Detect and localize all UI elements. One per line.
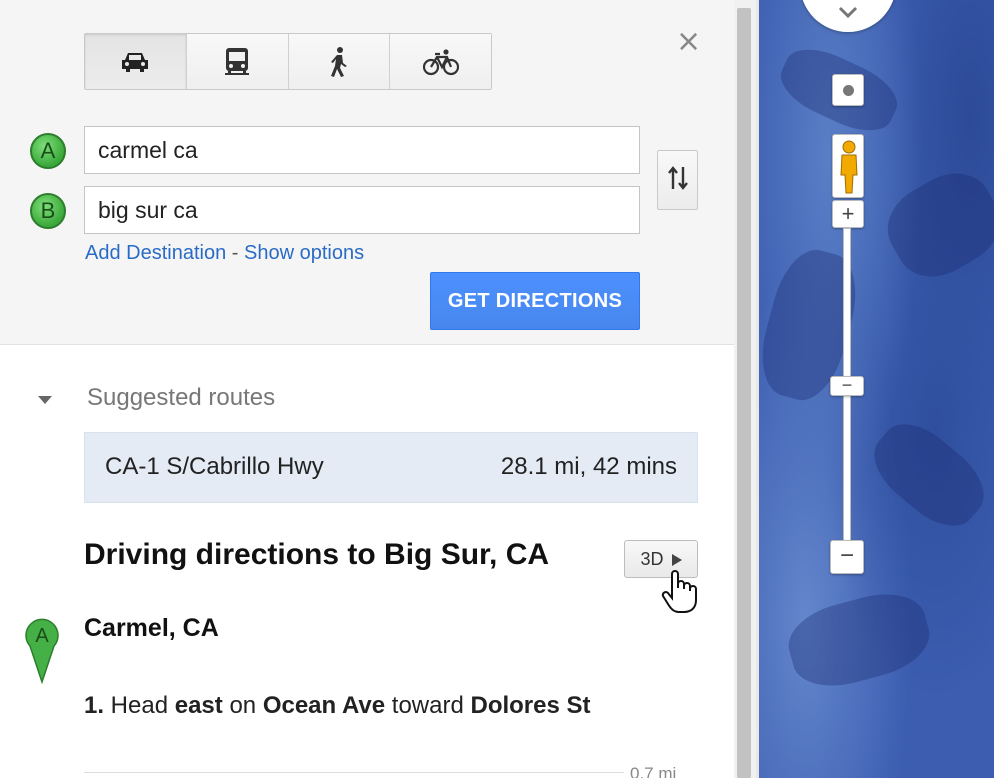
zoom-in-button[interactable]: + (832, 200, 864, 228)
bus-icon (224, 47, 250, 77)
mode-walking-button[interactable] (288, 34, 391, 89)
close-icon[interactable]: × (676, 27, 701, 57)
mode-bicycle-button[interactable] (390, 34, 491, 89)
collapse-triangle-icon[interactable] (38, 396, 52, 404)
step-text-pre: Head (104, 692, 175, 719)
map-view[interactable] (759, 0, 994, 778)
direction-step: 1. Head east on Ocean Ave toward Dolores… (84, 688, 644, 724)
terrain-shading (873, 158, 994, 292)
destination-marker-icon: B (30, 193, 66, 229)
street-view-pegman[interactable] (832, 134, 864, 198)
origin-marker-icon: A (30, 133, 66, 169)
route-summary: 28.1 mi, 42 mins (500, 453, 677, 480)
view-3d-label: 3D (640, 549, 664, 569)
step-text-mid: on (222, 692, 263, 719)
mode-transit-button[interactable] (186, 34, 289, 89)
step-road: Ocean Ave (262, 692, 386, 719)
walking-icon (328, 46, 350, 78)
pegman-icon (840, 140, 858, 194)
scrollbar-thumb[interactable] (737, 8, 751, 778)
dot-icon (843, 85, 854, 96)
start-place-name: Carmel, CA (84, 614, 219, 642)
car-icon (120, 50, 150, 74)
destination-input[interactable] (84, 186, 640, 234)
zoom-slider-handle[interactable]: − (830, 376, 864, 396)
step-divider (84, 772, 624, 773)
links-separator: - (226, 242, 244, 264)
get-directions-button[interactable]: GET DIRECTIONS (430, 272, 640, 330)
step-direction: east (174, 692, 223, 719)
show-options-link[interactable]: Show options (244, 242, 364, 264)
reset-view-button[interactable] (832, 74, 864, 106)
suggested-routes-heading: Suggested routes (87, 384, 276, 411)
hand-cursor-icon (660, 568, 700, 619)
add-destination-link[interactable]: Add Destination (85, 242, 226, 264)
swap-locations-button[interactable] (657, 150, 698, 210)
route-option[interactable]: CA-1 S/Cabrillo Hwy 28.1 mi, 42 mins (84, 432, 698, 503)
mode-car-button[interactable] (85, 34, 187, 89)
directions-form: × A B Add Destination - Show options GET… (0, 0, 734, 345)
directions-heading: Driving directions to Big Sur, CA (84, 538, 550, 571)
step-toward: Dolores St (470, 692, 591, 719)
origin-input[interactable] (84, 126, 640, 174)
directions-panel: × A B Add Destination - Show options GET… (0, 0, 734, 778)
terrain-shading (860, 409, 994, 541)
panel-scrollbar[interactable] (734, 0, 756, 778)
chevron-down-icon (838, 6, 858, 19)
step-text-toward: toward (385, 692, 471, 719)
terrain-shading (781, 583, 937, 697)
route-name: CA-1 S/Cabrillo Hwy (105, 453, 324, 480)
step-distance: 0.7 mi (630, 764, 677, 778)
start-pin-letter: A (35, 625, 49, 647)
step-number: 1. (84, 692, 105, 719)
play-icon (671, 554, 682, 566)
options-links: Add Destination - Show options (85, 242, 364, 265)
bicycle-icon (422, 48, 459, 76)
zoom-out-button[interactable]: − (830, 540, 864, 574)
start-pin-icon: A (24, 618, 60, 689)
travel-mode-selector (84, 33, 492, 90)
swap-arrows-icon (667, 165, 688, 196)
